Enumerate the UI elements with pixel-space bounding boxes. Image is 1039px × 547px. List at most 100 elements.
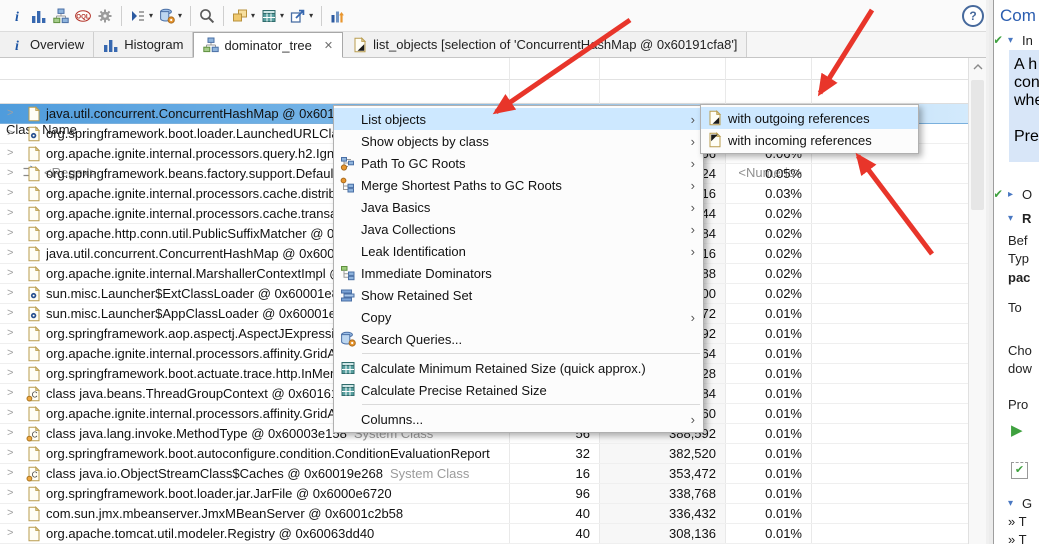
panel-sash[interactable] <box>989 0 994 544</box>
cheatsheet-link[interactable]: » T <box>1008 513 1039 531</box>
expand-chevron-icon[interactable]: > <box>7 347 13 360</box>
expand-chevron-icon[interactable]: > <box>7 447 13 460</box>
dropdown-arrow-icon[interactable]: ▾ <box>178 12 182 20</box>
cheatsheet-step[interactable]: ✔▾In <box>995 33 1039 51</box>
object-icon <box>26 146 42 162</box>
expand-chevron-icon[interactable]: > <box>7 207 13 220</box>
tab-overview[interactable]: iOverview <box>0 32 94 57</box>
table-row[interactable]: >org.apache.tomcat.util.modeler.Registry… <box>0 524 968 544</box>
menu-item[interactable]: Show Retained Set <box>334 284 703 306</box>
search-button[interactable] <box>196 6 218 26</box>
skip-step-button[interactable]: ✔ <box>1011 461 1039 479</box>
vertical-scrollbar[interactable] <box>968 58 986 544</box>
menu-item[interactable]: Show objects by class› <box>334 130 703 152</box>
menu-item[interactable]: Copy› <box>334 306 703 328</box>
help-icon[interactable]: ? <box>962 5 984 27</box>
expand-chevron-icon[interactable]: > <box>7 267 13 280</box>
settings-button[interactable] <box>94 6 116 26</box>
expand-chevron-icon[interactable]: > <box>7 287 13 300</box>
expand-chevron-icon[interactable]: > <box>7 307 13 320</box>
menu-item[interactable]: Immediate Dominators <box>334 262 703 284</box>
menu-item[interactable]: Java Basics› <box>334 196 703 218</box>
object-icon <box>26 266 42 282</box>
run-step-button[interactable]: ▶ <box>1011 421 1039 439</box>
oql-button[interactable]: OQL <box>72 6 94 26</box>
expander-icon[interactable]: ▸ <box>1008 189 1013 200</box>
info-icon: i <box>9 37 25 53</box>
expand-chevron-icon[interactable]: > <box>7 167 13 180</box>
menu-item[interactable]: Columns...› <box>334 408 703 430</box>
scroll-up-icon[interactable] <box>971 60 985 74</box>
tab-list-objects[interactable]: list_objects [selection of 'ConcurrentHa… <box>343 32 747 57</box>
incoming-ref-icon <box>707 132 723 148</box>
expand-chevron-icon[interactable]: > <box>7 527 13 540</box>
export-button[interactable]: ▾ <box>287 6 316 26</box>
histogram-button[interactable] <box>28 6 50 26</box>
expand-chevron-icon[interactable]: > <box>7 147 13 160</box>
expand-chevron-icon[interactable]: > <box>7 127 13 140</box>
menu-item[interactable]: Calculate Precise Retained Size <box>334 379 703 401</box>
expand-chevron-icon[interactable]: > <box>7 387 13 400</box>
cheatsheet-step[interactable]: ✔▸O <box>995 187 1039 205</box>
table-row[interactable]: > com.sun.jmx.mbeanserver.JmxMBeanServer … <box>0 504 968 524</box>
submenu-item[interactable]: with incoming references <box>701 129 918 151</box>
calculate-retained-button[interactable]: ▾ <box>258 6 287 26</box>
table-row[interactable]: >org.springframework.boot.autoconfigure.… <box>0 444 968 464</box>
group-by-button[interactable]: ▾ <box>229 6 258 26</box>
submenu-arrow-icon: › <box>691 311 695 324</box>
shallow-heap-cell: 96 <box>510 486 600 502</box>
expand-chevron-icon[interactable]: > <box>7 107 13 120</box>
cheatsheet-links[interactable]: » T» Tloa <box>1008 513 1039 544</box>
class-name-cell: com.sun.jmx.mbeanserver.JmxMBeanServer @… <box>46 506 403 522</box>
skip-check-icon[interactable]: ✔ <box>1011 462 1028 479</box>
cheatsheet-link[interactable]: » T <box>1008 531 1039 544</box>
menu-item-label: Path To GC Roots <box>361 156 703 171</box>
expand-chevron-icon[interactable]: > <box>7 427 13 440</box>
expand-chevron-icon[interactable]: > <box>7 407 13 420</box>
query-browser-button[interactable]: ▾ <box>156 6 185 26</box>
scrollbar-thumb[interactable] <box>971 80 984 210</box>
menu-item[interactable]: Merge Shortest Paths to GC Roots› <box>334 174 703 196</box>
db-gear-icon <box>159 8 175 24</box>
expand-chevron-icon[interactable]: > <box>7 227 13 240</box>
menu-item[interactable]: Java Collections› <box>334 218 703 240</box>
menu-item[interactable]: Path To GC Roots› <box>334 152 703 174</box>
open-views-button[interactable]: ▾ <box>127 6 156 26</box>
expand-chevron-icon[interactable]: > <box>7 327 13 340</box>
close-icon[interactable]: ✕ <box>324 39 333 52</box>
expand-chevron-icon[interactable]: > <box>7 247 13 260</box>
dropdown-arrow-icon[interactable]: ▾ <box>280 12 284 20</box>
expand-chevron-icon[interactable]: > <box>7 187 13 200</box>
submenu-arrow-icon: › <box>691 245 695 258</box>
expand-chevron-icon[interactable]: > <box>7 507 13 520</box>
cheatsheet-subsection[interactable]: ▾G <box>995 496 1039 514</box>
expander-icon[interactable]: ▾ <box>1008 498 1013 509</box>
cheatsheet-subsection[interactable]: ▾R <box>995 211 1039 229</box>
tab-histogram[interactable]: Histogram <box>94 32 193 57</box>
merge-paths-icon <box>340 177 356 193</box>
menu-item[interactable]: Search Queries... <box>334 328 703 350</box>
dominator-tree-button[interactable] <box>50 6 72 26</box>
expander-icon[interactable]: ▾ <box>1008 213 1013 224</box>
menu-item[interactable]: Calculate Minimum Retained Size (quick a… <box>334 357 703 379</box>
dropdown-arrow-icon[interactable]: ▾ <box>251 12 255 20</box>
tab-dominator-tree[interactable]: dominator_tree✕ <box>193 32 343 58</box>
compare-button[interactable] <box>327 6 349 26</box>
expander-icon[interactable]: ▾ <box>1008 35 1013 46</box>
dropdown-arrow-icon[interactable]: ▾ <box>149 12 153 20</box>
table-row[interactable]: >org.springframework.boot.loader.jar.Jar… <box>0 484 968 504</box>
object-icon <box>26 246 42 262</box>
expand-chevron-icon[interactable]: > <box>7 467 13 480</box>
expand-chevron-icon[interactable]: > <box>7 367 13 380</box>
expand-chevron-icon[interactable]: > <box>7 487 13 500</box>
submenu-item[interactable]: with outgoing references <box>701 107 918 129</box>
table-row[interactable]: >Cclass java.io.ObjectStreamClass$Caches… <box>0 464 968 484</box>
dropdown-arrow-icon[interactable]: ▾ <box>309 12 313 20</box>
info-icon: i <box>9 8 25 24</box>
intro-text-line: whe <box>1014 92 1039 110</box>
menu-item[interactable]: List objects› <box>334 108 703 130</box>
object-icon <box>26 206 42 222</box>
submenu-item-label: with outgoing references <box>728 111 918 126</box>
info-button[interactable]: i <box>6 6 28 26</box>
menu-item[interactable]: Leak Identification› <box>334 240 703 262</box>
